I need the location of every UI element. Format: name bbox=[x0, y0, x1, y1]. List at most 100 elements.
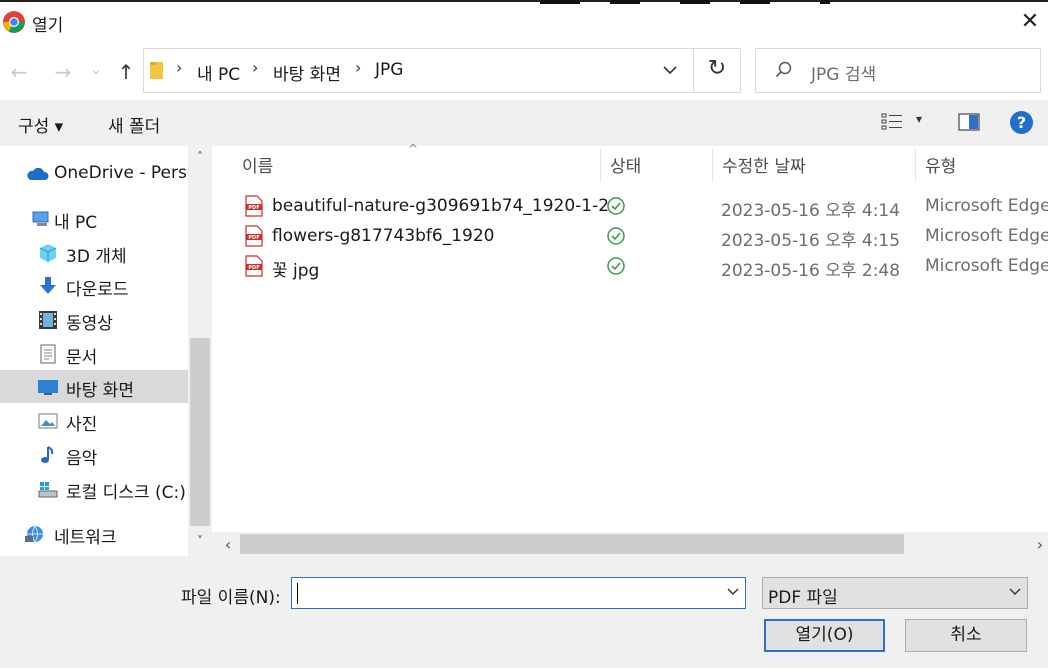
file-name: beautiful-nature-g309691b74_1920-1-2 bbox=[272, 196, 610, 216]
svg-text:PDF: PDF bbox=[248, 235, 259, 241]
forward-button[interactable]: → bbox=[50, 58, 76, 86]
breadcrumb-separator[interactable]: › bbox=[176, 58, 182, 77]
filetype-dropdown-icon[interactable] bbox=[1008, 585, 1022, 599]
column-divider[interactable] bbox=[600, 148, 601, 182]
synced-status-icon bbox=[607, 197, 625, 215]
search-placeholder: JPG 검색 bbox=[811, 65, 877, 85]
file-type: Microsoft Edge PDF bbox=[925, 256, 1048, 276]
file-row[interactable]: PDF 꽃 jpg 2023-05-16 오후 2:48 Microsoft E… bbox=[240, 252, 1048, 282]
help-icon[interactable]: ? bbox=[1010, 111, 1033, 134]
sidebar-item-music[interactable]: 음악 bbox=[0, 438, 188, 471]
sidebar-item-network[interactable]: 네트워크 bbox=[0, 517, 188, 550]
filename-input[interactable] bbox=[291, 577, 746, 609]
sidebar-item-local-disk[interactable]: 로컬 디스크 (C:) bbox=[0, 472, 188, 505]
sidebar-item-label: 바탕 화면 bbox=[66, 381, 134, 401]
sidebar-item-label: 3D 개체 bbox=[66, 247, 127, 267]
view-dropdown-icon[interactable]: ▾ bbox=[916, 112, 922, 126]
sidebar-item-label: 다운로드 bbox=[66, 280, 129, 300]
sidebar-item-pictures[interactable]: 사진 bbox=[0, 404, 188, 437]
organize-button[interactable]: 구성 ▾ bbox=[18, 112, 63, 137]
cloud-icon bbox=[27, 167, 49, 180]
top-edge-mark bbox=[820, 0, 830, 4]
new-folder-button[interactable]: 새 폴더 bbox=[108, 112, 160, 137]
close-button[interactable]: ✕ bbox=[1016, 8, 1044, 36]
up-button[interactable]: ↑ bbox=[113, 58, 139, 86]
network-icon bbox=[25, 525, 43, 543]
svg-text:PDF: PDF bbox=[248, 205, 259, 211]
refresh-button[interactable]: ↻ bbox=[703, 56, 731, 86]
breadcrumb-item[interactable]: JPG bbox=[375, 60, 403, 80]
sidebar-scroll-down-icon[interactable]: ˅ bbox=[190, 534, 210, 548]
sidebar-item-this-pc[interactable]: 내 PC bbox=[0, 202, 188, 235]
breadcrumb-separator[interactable]: › bbox=[252, 58, 258, 77]
cube-icon bbox=[39, 244, 57, 262]
file-row[interactable]: PDF flowers-g817743bf6_1920 2023-05-16 오… bbox=[240, 222, 1048, 252]
sidebar-scroll-up-icon[interactable]: ˄ bbox=[190, 150, 210, 164]
svg-text:PDF: PDF bbox=[248, 265, 259, 271]
scroll-right-icon[interactable]: › bbox=[1030, 535, 1048, 554]
sidebar-item-downloads[interactable]: 다운로드 bbox=[0, 269, 188, 302]
folder-icon bbox=[150, 62, 163, 79]
back-button[interactable]: ← bbox=[6, 58, 32, 86]
filetype-value: PDF 파일 bbox=[768, 588, 838, 608]
sidebar-item-label: 음악 bbox=[66, 449, 98, 469]
top-edge-mark bbox=[540, 0, 580, 4]
window-title: 열기 bbox=[32, 16, 64, 36]
video-icon bbox=[39, 311, 57, 329]
pdf-file-icon: PDF bbox=[245, 225, 263, 247]
sidebar-item-label: OneDrive - Personal bbox=[54, 163, 188, 183]
file-list-hscrollbar-thumb[interactable] bbox=[240, 534, 904, 554]
breadcrumb-item[interactable]: 바탕 화면 bbox=[273, 60, 341, 85]
column-header-date[interactable]: 수정한 날짜 bbox=[722, 152, 806, 177]
file-date: 2023-05-16 오후 2:48 bbox=[721, 261, 901, 281]
pictures-icon bbox=[38, 413, 58, 429]
breadcrumb-item[interactable]: 내 PC bbox=[197, 60, 240, 85]
sidebar-item-label: 내 PC bbox=[54, 213, 98, 233]
pc-icon bbox=[32, 211, 49, 226]
column-header-type[interactable]: 유형 bbox=[925, 152, 956, 177]
column-header-name[interactable]: 이름 bbox=[242, 152, 273, 177]
document-icon bbox=[40, 344, 56, 364]
view-options-icon[interactable] bbox=[881, 112, 903, 132]
address-dropdown-icon[interactable] bbox=[660, 60, 680, 80]
preview-pane-icon[interactable] bbox=[958, 113, 980, 131]
column-divider[interactable] bbox=[915, 148, 916, 182]
sidebar-item-label: 문서 bbox=[66, 348, 98, 368]
sidebar-item-label: 동영상 bbox=[66, 314, 113, 334]
file-date: 2023-05-16 오후 4:14 bbox=[721, 201, 901, 221]
search-box[interactable] bbox=[755, 48, 1041, 93]
chrome-app-icon bbox=[3, 11, 25, 33]
synced-status-icon bbox=[607, 257, 625, 275]
column-header-status[interactable]: 상태 bbox=[610, 152, 641, 177]
top-edge-mark bbox=[610, 0, 640, 4]
recent-locations-button[interactable]: ⌄ bbox=[87, 56, 105, 84]
file-date: 2023-05-16 오후 4:15 bbox=[721, 231, 901, 251]
search-icon bbox=[775, 61, 792, 78]
sidebar-item-label: 네트워크 bbox=[54, 528, 117, 548]
synced-status-icon bbox=[607, 227, 625, 245]
file-row[interactable]: PDF beautiful-nature-g309691b74_1920-1-2… bbox=[240, 192, 1048, 222]
scroll-left-icon[interactable]: ‹ bbox=[218, 535, 238, 554]
sidebar-item-3d-objects[interactable]: 3D 개체 bbox=[0, 236, 188, 269]
top-edge-mark bbox=[680, 0, 710, 4]
filename-label: 파일 이름(N): bbox=[181, 588, 281, 608]
sidebar-scrollbar-thumb[interactable] bbox=[190, 338, 210, 526]
file-name: 꽃 jpg bbox=[272, 261, 320, 281]
dialog-footer bbox=[0, 556, 1048, 668]
top-edge-mark bbox=[740, 0, 770, 4]
music-icon bbox=[41, 446, 54, 463]
column-divider[interactable] bbox=[712, 148, 713, 182]
pdf-file-icon: PDF bbox=[245, 255, 263, 277]
sidebar-item-documents[interactable]: 문서 bbox=[0, 337, 188, 370]
sidebar-item-onedrive[interactable]: OneDrive - Personal bbox=[0, 157, 188, 190]
sidebar-item-videos[interactable]: 동영상 bbox=[0, 303, 188, 336]
open-button[interactable]: 열기(O) bbox=[764, 619, 885, 652]
download-icon bbox=[40, 277, 56, 294]
breadcrumb-separator[interactable]: › bbox=[355, 58, 361, 77]
cancel-button[interactable]: 취소 bbox=[905, 619, 1027, 652]
filename-dropdown-icon[interactable] bbox=[726, 585, 740, 599]
desktop-icon bbox=[38, 380, 58, 395]
top-border bbox=[0, 0, 1048, 2]
sidebar-item-desktop[interactable]: 바탕 화면 bbox=[0, 370, 188, 403]
disk-icon bbox=[38, 482, 58, 498]
